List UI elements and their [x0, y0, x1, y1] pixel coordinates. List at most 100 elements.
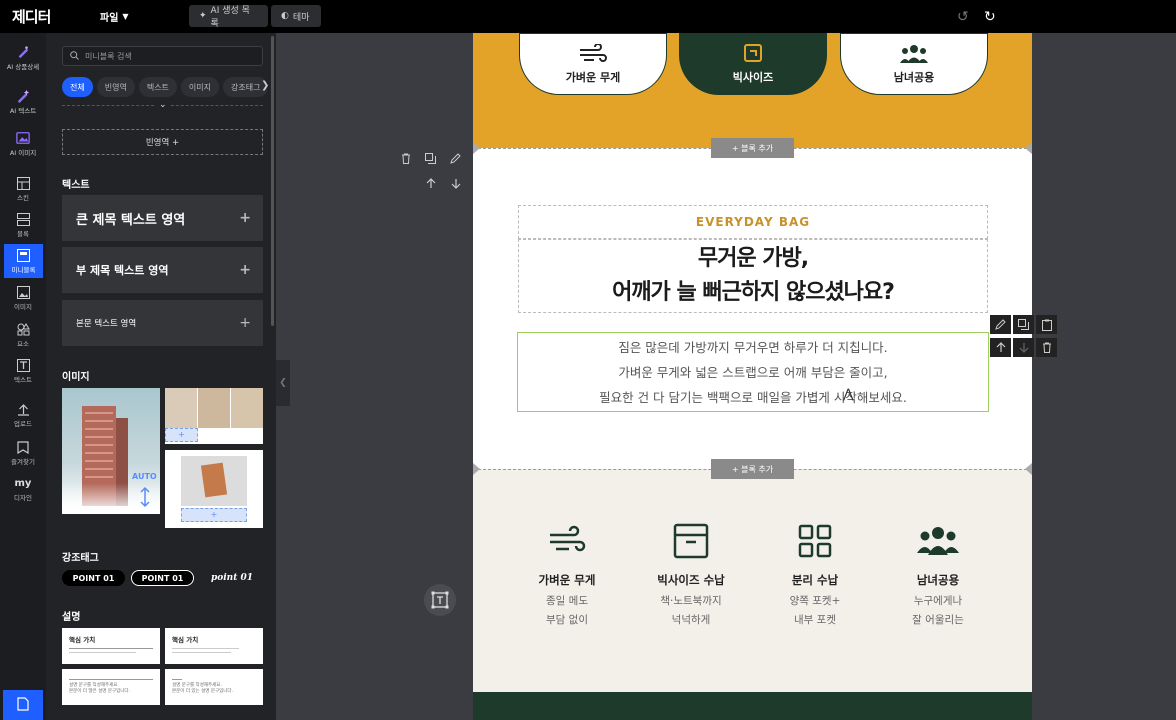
feature-item[interactable]: 빅사이즈 수납 책·노트북까지 넉넉하게 — [636, 521, 746, 630]
sidebar-item-upload[interactable]: 업로드 — [0, 395, 46, 435]
sub-title-item[interactable]: 부 제목 텍스트 영역 + — [62, 247, 263, 293]
pencil-icon — [450, 153, 461, 164]
text-line — [69, 652, 137, 653]
headline-text[interactable]: 무거운 가방, 어깨가 늘 뻐근하지 않으셨나요? — [518, 239, 988, 313]
tab-image[interactable]: 이미지 — [180, 77, 220, 97]
large-title-item[interactable]: 큰 제목 텍스트 영역 + — [62, 195, 263, 241]
undo-icon[interactable]: ↺ — [957, 9, 969, 25]
panel-scrollbar[interactable] — [271, 36, 274, 326]
redo-icon[interactable]: ↻ — [984, 9, 996, 25]
sidebar-item-ai-product[interactable]: AI 상품상세 — [0, 38, 46, 78]
sidebar-item-design[interactable]: my 디자인 — [0, 469, 46, 509]
sidebar-item-skin[interactable]: 스킨 — [0, 169, 46, 209]
sidebar-item-favorites[interactable]: 즐겨찾기 — [0, 433, 46, 473]
desc-card[interactable]: 핵심 가치 — [62, 628, 160, 664]
divider — [69, 679, 153, 680]
palette-icon: ◐ — [281, 11, 289, 21]
sidebar-item-block[interactable]: 블록 — [0, 205, 46, 245]
photo-notebook — [181, 456, 247, 506]
move-down-element-button[interactable] — [1013, 338, 1034, 357]
ai-list-button[interactable]: ✦ AI 생성 목록 — [189, 5, 268, 29]
body-text-item[interactable]: 본문 텍스트 영역 + — [62, 300, 263, 346]
feature-badge-light[interactable]: 남녀공용 — [840, 33, 988, 95]
arrow-up-icon — [996, 342, 1005, 352]
text-section-title: 텍스트 — [62, 180, 90, 191]
text-line — [172, 652, 231, 653]
sidebar-item-ai-text[interactable]: AI 텍스트 — [0, 82, 46, 122]
search-input[interactable]: 미니블록 검색 — [62, 46, 263, 66]
green-footer-section — [473, 692, 1032, 720]
copy-icon — [425, 153, 436, 164]
delete-element-button[interactable] — [1036, 338, 1057, 357]
image-duo-tile[interactable]: + — [165, 388, 263, 444]
pencil-icon — [995, 319, 1006, 330]
ai-image-icon — [16, 131, 30, 145]
file-menu[interactable]: 파일 ▼ — [100, 9, 129, 24]
sidebar-item-text[interactable]: 텍스트 — [0, 351, 46, 391]
plus-icon: + — [165, 428, 198, 442]
eyebrow-text[interactable]: EVERYDAY BAG — [518, 205, 988, 239]
clipboard-icon — [1041, 319, 1052, 331]
arrow-down-icon — [451, 179, 460, 189]
shapes-icon — [16, 322, 30, 336]
text-tool-button[interactable] — [424, 584, 456, 616]
edit-block-button[interactable] — [445, 149, 466, 168]
duplicate-block-button[interactable] — [420, 149, 441, 168]
copy-icon — [1018, 319, 1029, 330]
ai-pen-icon — [16, 89, 30, 103]
archive-box-icon — [673, 523, 709, 559]
grid-icon — [798, 524, 832, 558]
feature-badge-dark[interactable]: 빅사이즈 — [679, 33, 827, 95]
document-icon — [17, 696, 29, 715]
move-up-element-button[interactable] — [990, 338, 1011, 357]
collapse-panel-button[interactable]: ❮ — [276, 360, 290, 406]
sidebar-bottom-item[interactable] — [3, 690, 43, 720]
category-tabs: 전체 빈영역 텍스트 이미지 강조태그 — [62, 77, 267, 97]
editor-canvas[interactable]: 가벼운 무게 빅사이즈 남녀공용 + 블록 추가 EVERYDAY BAG 무거… — [473, 33, 1032, 720]
search-icon — [70, 50, 79, 62]
move-up-button[interactable] — [420, 174, 441, 193]
pill-script[interactable]: point 01 — [201, 570, 263, 586]
pill-outline[interactable]: POINT 01 — [131, 570, 194, 586]
image-single-tile[interactable]: + — [165, 450, 263, 528]
desc-card[interactable]: 핵심 가치 — [165, 628, 263, 664]
sidebar-item-element[interactable]: 요소 — [0, 315, 46, 355]
tab-text[interactable]: 텍스트 — [138, 77, 177, 97]
app-logo[interactable]: 제디터 — [12, 6, 51, 27]
feature-item[interactable]: 분리 수납 양쪽 포켓+ 내부 포켓 — [760, 521, 870, 630]
sidebar-item-ai-image[interactable]: AI 이미지 — [0, 124, 46, 164]
add-block-button[interactable]: + 블록 추가 — [711, 459, 794, 479]
chevron-down-icon[interactable]: ⌄ — [156, 100, 170, 110]
layout-icon — [16, 176, 30, 190]
feature-item[interactable]: 남녀공용 누구에게나 잘 어울리는 — [883, 521, 993, 630]
sidebar-item-image[interactable]: 이미지 — [0, 278, 46, 318]
move-down-button[interactable] — [445, 174, 466, 193]
tab-blank[interactable]: 빈영역 — [96, 77, 135, 97]
desc-card[interactable]: 설명 문구를 작성해주세요. 본문이 더 많은 설명 문구입니다. — [62, 669, 160, 705]
tab-all[interactable]: 전체 — [62, 77, 93, 97]
feature-badge-light[interactable]: 가벼운 무게 — [519, 33, 667, 95]
chevron-right-icon[interactable]: ❯ — [261, 80, 269, 91]
block-marker-right — [1025, 463, 1032, 475]
body-text-selected[interactable]: 짐은 많은데 가방까지 무거우면 하루가 더 지칩니다. 가벼운 무게와 넓은 … — [517, 332, 989, 412]
paste-element-button[interactable] — [1036, 315, 1057, 334]
people-icon — [917, 527, 959, 555]
delete-block-button[interactable] — [395, 149, 416, 168]
trash-icon — [1042, 342, 1051, 353]
chevron-down-icon: ▼ — [122, 12, 129, 21]
theme-button[interactable]: ◐ 테마 — [271, 5, 321, 27]
image-icon — [16, 285, 30, 299]
image-auto-tile[interactable]: AUTO — [62, 388, 160, 514]
pill-solid[interactable]: POINT 01 — [62, 570, 125, 586]
desc-card[interactable]: 설명 문구를 작성해주세요. 본문이 더 있는 설명 문구입니다. — [165, 669, 263, 705]
box-icon — [744, 44, 762, 62]
duplicate-element-button[interactable] — [1013, 315, 1034, 334]
text-line — [172, 648, 240, 649]
add-block-button[interactable]: + 블록 추가 — [711, 138, 794, 158]
edit-element-button[interactable] — [990, 315, 1011, 334]
block-marker-left — [473, 463, 480, 475]
feature-item[interactable]: 가벼운 무게 종일 메도 부담 없이 — [512, 521, 622, 630]
blank-area-button[interactable]: 빈영역 + — [62, 129, 263, 155]
people-icon — [900, 45, 928, 63]
sidebar-item-mini-block[interactable]: 미니블록 — [4, 244, 43, 278]
